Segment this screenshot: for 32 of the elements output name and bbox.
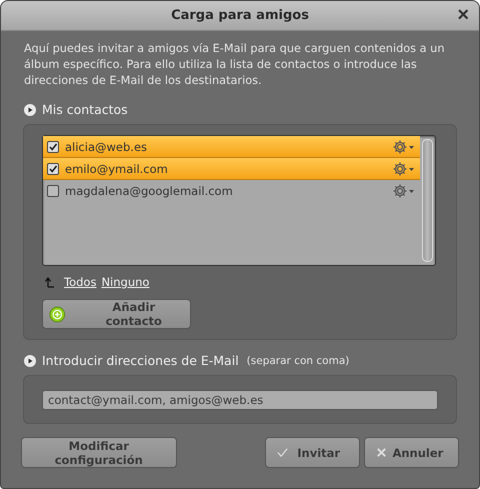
contact-row[interactable]: alicia@web.es [43,136,420,158]
window-title: Carga para amigos [171,8,309,23]
select-link[interactable]: Todos [64,275,96,289]
checkbox[interactable] [47,184,59,196]
contact-email: emilo@ymail.com [65,162,169,176]
hint-text: (separar con coma) [246,354,350,366]
invite-button[interactable]: Invitar [264,437,360,468]
select-link[interactable]: Ninguno [101,275,150,289]
contact-email: alicia@web.es [65,140,148,154]
section-title: Mis contactos [42,102,128,117]
check-icon [276,446,289,459]
gear-icon[interactable] [392,138,416,154]
close-icon [374,446,388,459]
checkbox[interactable] [47,140,59,152]
description-text: Aquí puedes invitar a amigos vía E-Mail para que carguen contenidos a un álbum específico. Para ello utiliza la lista de contactos o introduce las direcciones de E-Mail de los destinatarios. [24,41,446,89]
add-icon [49,306,66,322]
select-arrow-icon [44,276,56,288]
section-title: Introducir direcciones de E-Mail [42,353,239,368]
checkbox[interactable] [47,162,59,174]
contact-row[interactable]: magdalena@googlemail.com [43,180,420,202]
add-contact-button[interactable]: Añadir contacto [42,299,191,329]
gear-icon[interactable] [392,182,416,198]
cancel-button[interactable]: Annuler [364,437,459,468]
play-icon[interactable] [24,354,36,366]
settings-button[interactable]: Modificar configuración [21,437,177,468]
contact-email: magdalena@googlemail.com [65,184,234,198]
close-button[interactable]: × [455,4,471,26]
play-icon[interactable] [24,104,36,116]
email-input-field[interactable]: contact@ymail.com, amigos@web.es [42,390,438,410]
gear-icon[interactable] [392,160,416,176]
contact-row[interactable]: emilo@ymail.com [43,158,420,180]
scrollbar[interactable] [422,139,433,262]
